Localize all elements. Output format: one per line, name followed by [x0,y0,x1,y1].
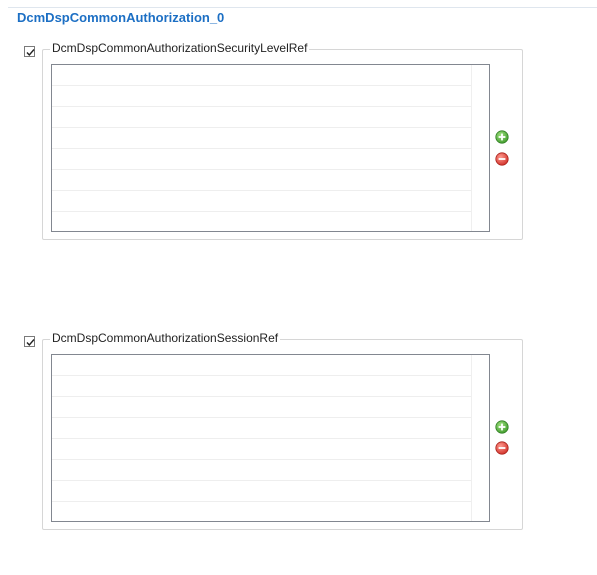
session-ref-list[interactable] [51,354,490,522]
list-row[interactable] [52,65,471,86]
remove-security-level-ref-button[interactable] [495,152,509,166]
list-row[interactable] [52,439,471,460]
list-row[interactable] [52,502,471,521]
list-scrollbar-column[interactable] [471,355,489,521]
security-level-ref-checkbox[interactable] [24,46,35,57]
checkmark-icon [26,339,35,347]
checkmark-icon [26,49,35,57]
remove-session-ref-button[interactable] [495,441,509,455]
list-row[interactable] [52,355,471,376]
security-level-ref-label: DcmDspCommonAuthorizationSecurityLevelRe… [50,41,310,55]
list-scrollbar-column[interactable] [471,65,489,231]
session-ref-checkbox[interactable] [24,336,35,347]
list-row[interactable] [52,86,471,107]
list-row[interactable] [52,212,471,231]
add-icon [495,130,509,144]
add-security-level-ref-button[interactable] [495,130,509,144]
remove-icon [495,441,509,455]
list-row[interactable] [52,376,471,397]
list-row[interactable] [52,460,471,481]
session-ref-label: DcmDspCommonAuthorizationSessionRef [50,331,281,345]
list-row[interactable] [52,128,471,149]
list-row[interactable] [52,107,471,128]
list-row[interactable] [52,149,471,170]
list-row[interactable] [52,397,471,418]
add-icon [495,420,509,434]
page-title: DcmDspCommonAuthorization_0 [17,10,225,25]
list-row[interactable] [52,170,471,191]
security-level-ref-list[interactable] [51,64,490,232]
list-row[interactable] [52,481,471,502]
add-session-ref-button[interactable] [495,420,509,434]
list-row[interactable] [52,418,471,439]
list-row[interactable] [52,191,471,212]
remove-icon [495,152,509,166]
title-divider [8,7,597,8]
